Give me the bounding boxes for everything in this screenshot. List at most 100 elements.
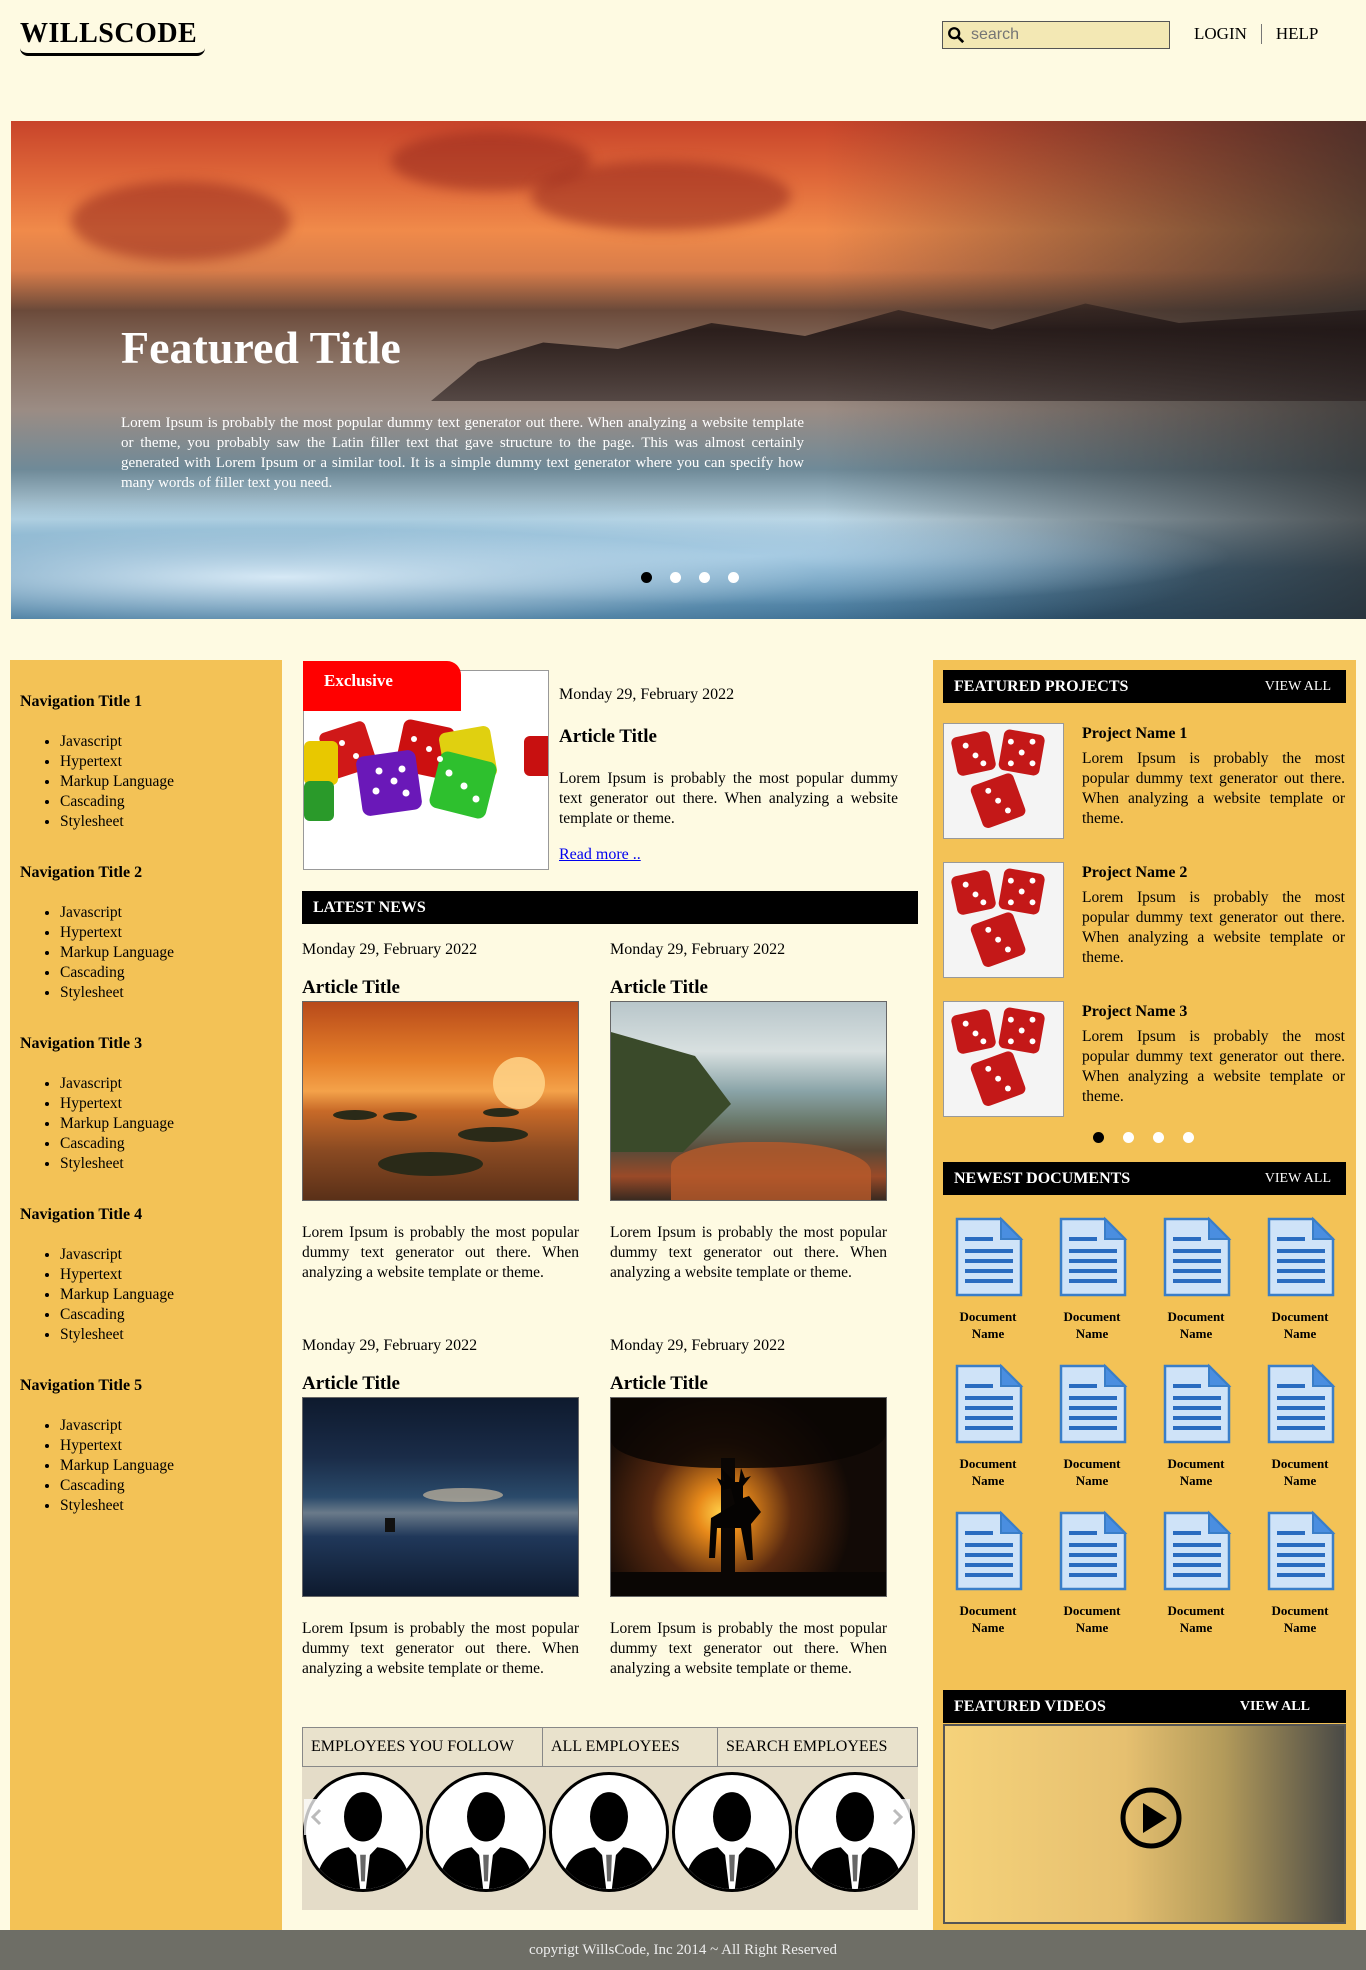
tab-search-employees[interactable]: SEARCH EMPLOYEES — [718, 1728, 917, 1766]
nav-link[interactable]: Stylesheet — [60, 1496, 272, 1516]
document-item[interactable]: Document Name — [943, 1362, 1033, 1489]
nav-link[interactable]: Markup Language — [60, 1114, 272, 1134]
document-label-line: Name — [1075, 1620, 1109, 1635]
nav-link[interactable]: Javascript — [60, 732, 272, 752]
news-date: Monday 29, February 2022 — [610, 1337, 786, 1354]
nav-link[interactable]: Cascading — [60, 792, 272, 812]
hero-dot[interactable] — [641, 572, 652, 583]
tab-all-employees[interactable]: ALL EMPLOYEES — [543, 1728, 718, 1766]
document-item[interactable]: Document Name — [1047, 1362, 1137, 1489]
news-title[interactable]: Article Title — [610, 1373, 887, 1395]
document-item[interactable]: Document Name — [1151, 1215, 1241, 1342]
nav-link[interactable]: Stylesheet — [60, 812, 272, 832]
document-item[interactable]: Document Name — [943, 1215, 1033, 1342]
nav-link[interactable]: Javascript — [60, 1245, 272, 1265]
news-title[interactable]: Article Title — [302, 1373, 579, 1395]
project-text: Lorem Ipsum is probably the most popular… — [1082, 1028, 1345, 1105]
nav-link[interactable]: Javascript — [60, 1074, 272, 1094]
news-image-coast[interactable] — [610, 1001, 887, 1201]
play-icon[interactable] — [1119, 1786, 1183, 1850]
document-label-line: Name — [1179, 1326, 1213, 1341]
project-name[interactable]: Project Name 1 — [1082, 725, 1187, 743]
hero-title: Featured Title — [121, 322, 401, 373]
help-link[interactable]: HELP — [1260, 24, 1333, 44]
nav-link[interactable]: Javascript — [60, 1416, 272, 1436]
document-label-line: Document — [1271, 1456, 1329, 1471]
nav-link[interactable]: Cascading — [60, 963, 272, 983]
employee-next-arrow-icon[interactable] — [884, 1799, 910, 1835]
project-name[interactable]: Project Name 2 — [1082, 864, 1187, 882]
document-item[interactable]: Document Name — [1255, 1362, 1345, 1489]
employee-avatar[interactable] — [549, 1772, 669, 1892]
login-link[interactable]: LOGIN — [1180, 24, 1261, 44]
site-logo[interactable]: WILLSCODE — [20, 18, 197, 50]
nav-link[interactable]: Javascript — [60, 903, 272, 923]
document-icon — [1267, 1216, 1336, 1297]
news-title[interactable]: Article Title — [610, 977, 887, 999]
nav-link[interactable]: Hypertext — [60, 1436, 272, 1456]
read-more-link[interactable]: Read more .. — [559, 846, 641, 864]
nav-link[interactable]: Stylesheet — [60, 983, 272, 1003]
projects-dot[interactable] — [1183, 1132, 1194, 1143]
nav-link[interactable]: Hypertext — [60, 923, 272, 943]
document-item[interactable]: Document Name — [1151, 1509, 1241, 1636]
document-item[interactable]: Document Name — [1047, 1215, 1137, 1342]
news-image-night-sea[interactable] — [302, 1397, 579, 1597]
nav-link[interactable]: Cascading — [60, 1305, 272, 1325]
exclusive-text: Lorem Ipsum is probably the most popular… — [559, 770, 898, 827]
video-player[interactable] — [943, 1724, 1346, 1924]
nav-link[interactable]: Cascading — [60, 1476, 272, 1496]
projects-dot[interactable] — [1093, 1132, 1104, 1143]
newest-documents-view-all[interactable]: VIEW ALL — [1265, 1171, 1346, 1187]
document-item[interactable]: Document Name — [1151, 1362, 1241, 1489]
project-thumbnail[interactable] — [943, 862, 1064, 978]
employee-tabs: EMPLOYEES YOU FOLLOW ALL EMPLOYEES SEARC… — [302, 1727, 918, 1767]
nav-link[interactable]: Stylesheet — [60, 1154, 272, 1174]
employee-avatar[interactable] — [672, 1772, 792, 1892]
nav-group: Navigation Title 5 Javascript Hypertext … — [20, 1377, 272, 1516]
nav-link[interactable]: Markup Language — [60, 772, 272, 792]
nav-group-title: Navigation Title 4 — [20, 1206, 143, 1223]
project-name[interactable]: Project Name 3 — [1082, 1003, 1187, 1021]
projects-dot[interactable] — [1153, 1132, 1164, 1143]
employee-avatar[interactable] — [426, 1772, 546, 1892]
nav-link[interactable]: Hypertext — [60, 752, 272, 772]
nav-link[interactable]: Hypertext — [60, 1265, 272, 1285]
right-sidebar: FEATURED PROJECTS VIEW ALL Project Name … — [933, 660, 1356, 1930]
featured-videos-view-all[interactable]: VIEW ALL — [1240, 1699, 1346, 1715]
project-thumbnail[interactable] — [943, 1001, 1064, 1117]
document-label-line: Name — [1179, 1620, 1213, 1635]
nav-link[interactable]: Markup Language — [60, 1456, 272, 1476]
featured-projects-view-all[interactable]: VIEW ALL — [1265, 679, 1346, 695]
document-item[interactable]: Document Name — [1047, 1509, 1137, 1636]
search-box[interactable] — [942, 21, 1170, 49]
search-input[interactable] — [971, 26, 1161, 44]
news-text: Lorem Ipsum is probably the most popular… — [610, 1224, 887, 1281]
document-label-line: Name — [1283, 1326, 1317, 1341]
employee-prev-arrow-icon[interactable] — [304, 1799, 330, 1835]
document-label-line: Document — [1271, 1603, 1329, 1618]
exclusive-title[interactable]: Article Title — [559, 726, 657, 748]
news-title[interactable]: Article Title — [302, 977, 579, 999]
tab-employees-you-follow[interactable]: EMPLOYEES YOU FOLLOW — [303, 1728, 543, 1766]
featured-videos-bar: FEATURED VIDEOS VIEW ALL — [943, 1690, 1346, 1723]
project-thumbnail[interactable] — [943, 723, 1064, 839]
nav-group-title: Navigation Title 1 — [20, 693, 143, 710]
document-item[interactable]: Document Name — [1255, 1215, 1345, 1342]
nav-link[interactable]: Cascading — [60, 1134, 272, 1154]
hero-dot[interactable] — [670, 572, 681, 583]
nav-link[interactable]: Markup Language — [60, 943, 272, 963]
document-item[interactable]: Document Name — [943, 1509, 1033, 1636]
hero-dot[interactable] — [728, 572, 739, 583]
news-image-deer[interactable] — [610, 1397, 887, 1597]
document-item[interactable]: Document Name — [1255, 1509, 1345, 1636]
nav-link[interactable]: Hypertext — [60, 1094, 272, 1114]
news-image-sunset[interactable] — [302, 1001, 579, 1201]
hero-dot[interactable] — [699, 572, 710, 583]
nav-link[interactable]: Markup Language — [60, 1285, 272, 1305]
document-label-line: Document — [959, 1309, 1017, 1324]
nav-link[interactable]: Stylesheet — [60, 1325, 272, 1345]
projects-dot[interactable] — [1123, 1132, 1134, 1143]
document-name: Document Name — [943, 1602, 1033, 1636]
news-text: Lorem Ipsum is probably the most popular… — [610, 1620, 887, 1677]
